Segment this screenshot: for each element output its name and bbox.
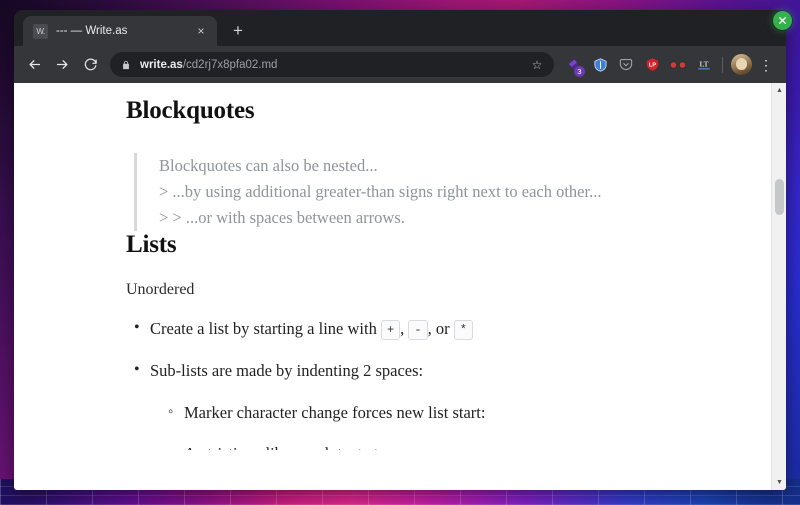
code-plus: +	[380, 320, 401, 341]
page-viewport: Blockquotes Blockquotes can also be nest…	[14, 83, 786, 490]
glasses-glyph	[669, 60, 687, 69]
blockquote-line-2: > ...by using additional greater-than si…	[159, 182, 602, 202]
tab-title: --- — Write.as	[56, 25, 128, 37]
reload-button[interactable]	[77, 52, 103, 78]
glasses-extension-icon[interactable]	[666, 53, 690, 77]
shield-glyph	[593, 57, 607, 72]
tab-favicon: W.	[33, 23, 48, 39]
back-button[interactable]	[21, 52, 47, 78]
purple-ribbon-extension-icon[interactable]: 3	[562, 53, 586, 77]
markdown-article: Blockquotes Blockquotes can also be nest…	[126, 97, 771, 450]
list-item-text: Sub-lists are made by indenting 2 spaces…	[150, 360, 424, 380]
lt-glyph: LT	[698, 61, 710, 70]
heading-blockquotes: Blockquotes	[126, 97, 255, 124]
url-domain: write.as	[140, 58, 183, 71]
close-icon	[779, 17, 786, 24]
list-item: Marker character change forces new list …	[150, 401, 771, 426]
tab-close-icon[interactable]: ×	[193, 23, 209, 39]
bookmark-star-icon[interactable]: ☆	[528, 58, 546, 72]
extension-tray: 3 LP LT ⋮	[562, 53, 779, 77]
forward-arrow-icon	[56, 60, 67, 69]
lastpass-extension-icon[interactable]: LP	[640, 53, 664, 77]
toolbar-divider	[722, 56, 723, 73]
browser-tab[interactable]: W. --- — Write.as ×	[23, 16, 217, 46]
new-tab-button[interactable]: +	[225, 18, 251, 44]
unordered-list: Create a list by starting a line with +,…	[126, 316, 771, 451]
browser-menu-button[interactable]: ⋮	[755, 58, 777, 72]
extension-badge-count: 3	[574, 65, 585, 77]
shield-extension-icon[interactable]	[588, 53, 612, 77]
scroll-up-arrow-icon[interactable]: ▲	[772, 83, 786, 98]
blockquote-line-1: Blockquotes can also be nested...	[159, 156, 378, 175]
blockquote-line-3: > > ...or with spaces between arrows.	[159, 208, 405, 228]
scroll-down-arrow-icon[interactable]: ▼	[772, 475, 786, 490]
page-scrollbar[interactable]: ▲ ▼	[771, 83, 786, 490]
pocket-glyph	[619, 58, 633, 71]
forward-button[interactable]	[49, 52, 75, 78]
blockquote-nested: Blockquotes can also be nested... > ...b…	[134, 153, 771, 232]
subheading-unordered: Unordered	[126, 281, 195, 299]
cut-off-text: Ac tristique libero volutpat at	[184, 444, 378, 450]
list-item: Sub-lists are made by indenting 2 spaces…	[126, 358, 771, 451]
heading-lists: Lists	[126, 231, 177, 259]
browser-window: W. --- — Write.as × + write.as/cd2rj7x8p…	[14, 10, 786, 490]
tab-strip: W. --- — Write.as × +	[14, 10, 786, 46]
list-item: Create a list by starting a line with +,…	[126, 316, 771, 342]
page-content-area: Blockquotes Blockquotes can also be nest…	[14, 83, 771, 490]
avatar-image	[730, 54, 752, 75]
nested-list-item-text: Marker character change forces new list …	[184, 402, 486, 422]
lock-icon	[121, 59, 132, 71]
pocket-extension-icon[interactable]	[614, 53, 638, 77]
url-text: write.as/cd2rj7x8pfa02.md	[140, 59, 520, 71]
reload-icon	[84, 58, 97, 71]
code-asterisk: *	[453, 320, 473, 341]
profile-avatar[interactable]	[729, 53, 753, 77]
nested-unordered-list: Marker character change forces new list …	[150, 401, 771, 451]
address-bar[interactable]: write.as/cd2rj7x8pfa02.md ☆	[110, 52, 554, 77]
back-arrow-icon	[29, 60, 40, 69]
window-close-button[interactable]	[773, 11, 792, 30]
lt-extension-icon[interactable]: LT	[692, 53, 716, 77]
svg-text:LT: LT	[700, 61, 709, 69]
list-item-sep-2: , or	[427, 319, 454, 339]
code-minus: -	[408, 320, 428, 341]
list-item-cut-off: Ac tristique libero volutpat at	[150, 442, 771, 450]
browser-toolbar: write.as/cd2rj7x8pfa02.md ☆ 3 LP LT ⋮	[14, 46, 786, 83]
list-item-prefix: Create a list by starting a line with	[150, 319, 381, 339]
url-path: /cd2rj7x8pfa02.md	[182, 58, 278, 71]
svg-text:LP: LP	[648, 62, 655, 68]
lastpass-glyph: LP	[646, 58, 658, 71]
scrollbar-thumb[interactable]	[775, 179, 784, 215]
